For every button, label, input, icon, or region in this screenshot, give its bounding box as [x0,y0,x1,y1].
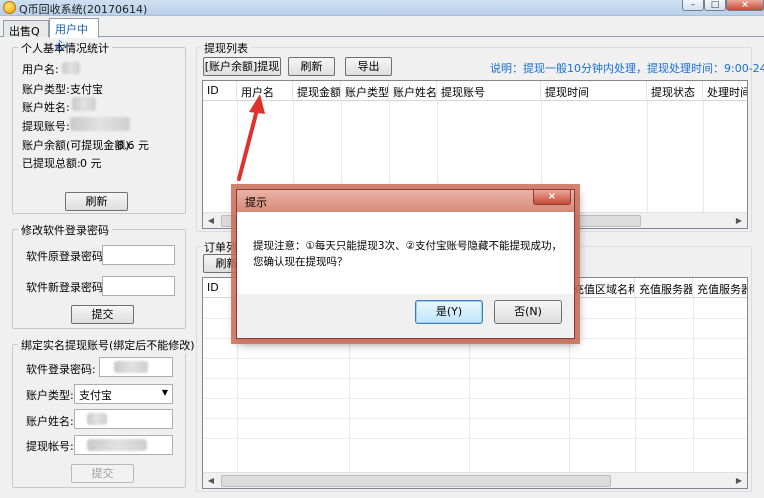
grid-line [693,298,694,474]
old-password-label: 软件原登录密码: [26,250,107,263]
withdraw-note: 说明：提现一般10分钟内处理，提现处理时间：9:00-24:00 [490,62,764,75]
withdraw-table-header: ID 用户名 提现金额 账户类型 账户姓名 提现账号 提现时间 提现状态 处理时… [203,81,747,101]
minimize-icon[interactable]: – [682,0,704,11]
dialog-message-line2: 您确认现在提现吗？ [253,256,348,268]
balance-value: 8.6 元 [117,139,149,152]
account-type-value: 支付宝 [70,83,103,96]
close-icon[interactable]: × [726,0,764,11]
bind-group-title: 绑定实名提现账号(绑定后不能修改) [18,337,198,353]
col-id[interactable]: ID [203,81,237,101]
col-region-name[interactable]: 充值区域名称 [569,278,635,298]
grid-line [203,358,747,359]
account-name-masked [72,97,96,111]
scroll-right-icon[interactable]: ▶ [731,473,747,489]
new-password-label: 软件新登录密码: [26,281,107,294]
withdraw-list-title: 提现列表 [201,40,251,56]
password-group-title: 修改软件登录密码 [18,222,112,238]
bind-account-input[interactable] [74,435,173,455]
col-id[interactable]: ID [203,278,237,298]
password-submit-button[interactable]: 提交 [71,305,134,324]
col-withdraw-account[interactable]: 提现账号 [437,81,541,101]
account-type-label: 账户类型: [22,83,70,96]
withdraw-account-label: 提现账号: [22,120,70,133]
tab-user-center[interactable]: 用户中心 [49,18,99,52]
withdraw-button[interactable]: [账户余额]提现 [203,57,281,76]
col-server-2[interactable]: 充值服务器 [693,278,747,298]
bind-account-label: 提现帐号: [26,440,74,453]
account-name-label: 账户姓名: [22,101,70,114]
scroll-thumb[interactable] [221,475,611,487]
grid-line [203,418,747,419]
col-withdraw-time[interactable]: 提现时间 [541,81,647,101]
scroll-left-icon[interactable]: ◀ [203,473,219,489]
bind-name-input[interactable] [74,409,173,429]
bind-type-select[interactable]: 支付宝 ▼ [74,384,173,404]
bind-password-label: 软件登录密码: [26,363,96,376]
col-account-type[interactable]: 账户类型 [341,81,389,101]
dialog-yes-button[interactable]: 是(Y) [415,300,483,324]
username-label: 用户名: [22,63,59,76]
confirm-dialog: 提示 × 提现注意：①每天只能提现3次、②支付宝账号隐藏不能提现成功， 您确认现… [236,189,575,339]
red-arrow-annotation [237,94,265,181]
grid-line [635,298,636,474]
col-withdraw-amount[interactable]: 提现金额 [293,81,341,101]
window-title: Q币回收系统(20170614) [19,3,148,16]
scroll-left-icon[interactable]: ◀ [203,213,219,229]
dialog-message-line1: 提现注意：①每天只能提现3次、②支付宝账号隐藏不能提现成功， [253,240,563,252]
stats-refresh-button[interactable]: 刷新 [65,192,128,211]
grid-line [203,378,747,379]
tab-strip [0,16,764,37]
col-server[interactable]: 充值服务器 [635,278,693,298]
withdraw-account-masked [70,117,130,131]
scroll-right-icon[interactable]: ▶ [731,213,747,229]
grid-line [203,438,747,439]
username-value-masked [62,62,80,74]
dialog-close-icon[interactable]: × [533,190,571,205]
bind-type-value: 支付宝 [79,389,112,402]
chevron-down-icon: ▼ [161,388,168,397]
bind-name-label: 账户姓名: [26,415,74,428]
col-process-time[interactable]: 处理时间 [703,81,747,101]
dialog-title-bar: 提示 × [237,190,574,212]
bind-password-input[interactable] [99,357,173,377]
maximize-icon[interactable]: □ [704,0,726,11]
total-withdrawn-label: 已提现总额: [22,157,81,170]
tab-sell-qcoin[interactable]: 出售Q币 [3,20,49,54]
dialog-title: 提示 [245,196,267,209]
grid-line [703,101,704,213]
order-hscrollbar[interactable]: ◀ ▶ [203,472,747,488]
old-password-input[interactable] [102,245,175,265]
col-account-name[interactable]: 账户姓名 [389,81,437,101]
grid-line [203,398,747,399]
dialog-body: 提现注意：①每天只能提现3次、②支付宝账号隐藏不能提现成功， 您确认现在提现吗？ [237,212,574,294]
withdraw-export-button[interactable]: 导出 [345,57,392,76]
new-password-input[interactable] [102,276,175,296]
app-coin-icon [3,1,16,14]
bind-submit-button[interactable]: 提交 [71,464,134,483]
withdraw-refresh-button[interactable]: 刷新 [288,57,335,76]
grid-line [647,101,648,213]
dialog-no-button[interactable]: 否(N) [494,300,562,324]
col-withdraw-status[interactable]: 提现状态 [647,81,703,101]
bind-type-label: 账户类型: [26,389,74,402]
total-withdrawn-value: 0 元 [80,157,102,170]
